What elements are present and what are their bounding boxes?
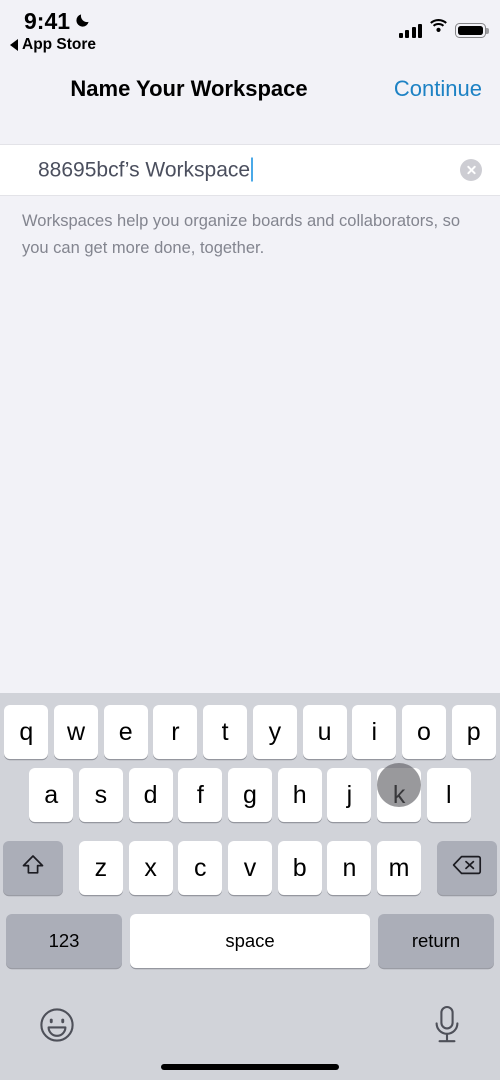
key-r[interactable]: r: [153, 705, 198, 759]
key-label: f: [196, 780, 204, 809]
key-m[interactable]: m: [377, 841, 422, 895]
phone-screen: 9:41 App Store Name Your Workspace Conti…: [0, 0, 500, 1080]
key-s[interactable]: s: [78, 768, 123, 822]
wifi-icon: [429, 18, 448, 38]
key-label: y: [268, 717, 282, 746]
home-indicator: [161, 1064, 339, 1070]
key-q[interactable]: q: [4, 705, 49, 759]
back-triangle-icon: [10, 39, 18, 51]
status-indicators: [398, 18, 489, 38]
workspace-name-field[interactable]: 88695bcf’s Workspace: [0, 144, 500, 196]
key-c[interactable]: c: [178, 841, 223, 895]
key-label: c: [194, 853, 207, 882]
space-key[interactable]: space: [130, 914, 370, 968]
keyboard-accessory-bar: [0, 995, 500, 1080]
key-h[interactable]: h: [277, 768, 322, 822]
key-label: u: [317, 717, 332, 746]
key-label: k: [392, 780, 406, 809]
key-label: x: [144, 853, 157, 882]
key-e[interactable]: e: [103, 705, 148, 759]
key-a[interactable]: a: [29, 768, 74, 822]
key-label: e: [118, 717, 133, 746]
key-label: l: [446, 780, 452, 809]
emoji-smiley-icon[interactable]: [36, 1004, 78, 1051]
backspace-icon: [452, 853, 482, 884]
key-label: z: [94, 853, 108, 882]
key-i[interactable]: i: [352, 705, 397, 759]
key-y[interactable]: y: [252, 705, 297, 759]
key-t[interactable]: t: [203, 705, 248, 759]
key-n[interactable]: n: [327, 841, 372, 895]
helper-text: Workspaces help you organize boards and …: [22, 212, 461, 257]
back-label: App Store: [22, 36, 97, 53]
status-bar: 9:41 App Store: [0, 0, 500, 62]
return-key[interactable]: return: [378, 914, 494, 968]
key-label: v: [243, 853, 257, 882]
key-f[interactable]: f: [178, 768, 223, 822]
shift-arrow-icon: [20, 852, 46, 885]
key-label: q: [19, 717, 34, 746]
key-p[interactable]: p: [451, 705, 496, 759]
back-to-app-store-link[interactable]: App Store: [10, 36, 96, 54]
key-label: r: [171, 717, 180, 746]
numbers-key[interactable]: 123: [6, 914, 122, 968]
navigation-bar: Name Your Workspace Continue: [0, 62, 500, 144]
key-l[interactable]: l: [426, 768, 471, 822]
keyboard-row-1: qwertyuiop: [0, 705, 500, 759]
key-label: w: [67, 717, 86, 746]
key-label: o: [416, 717, 431, 746]
return-key-label: return: [411, 930, 461, 951]
key-j[interactable]: j: [327, 768, 372, 822]
key-label: s: [94, 780, 108, 809]
keyboard-row-4: 123 space return: [0, 914, 500, 968]
key-w[interactable]: w: [54, 705, 99, 759]
keyboard-row-2: asdfghjkl: [0, 768, 500, 822]
key-z[interactable]: z: [78, 841, 123, 895]
status-time: 9:41: [24, 8, 71, 34]
numbers-key-label: 123: [48, 930, 80, 951]
continue-button[interactable]: Continue: [394, 76, 482, 102]
workspace-name-input[interactable]: 88695bcf’s Workspace: [38, 157, 254, 183]
backspace-key[interactable]: [437, 841, 497, 895]
key-label: i: [371, 717, 378, 746]
key-label: t: [221, 717, 229, 746]
key-label: g: [243, 780, 257, 809]
space-key-label: space: [225, 930, 275, 951]
key-label: h: [292, 780, 307, 809]
key-v[interactable]: v: [228, 841, 272, 895]
text-caret: [251, 157, 254, 182]
key-label: d: [143, 780, 158, 809]
key-label: b: [292, 853, 307, 882]
workspace-name-value: 88695bcf’s Workspace: [38, 158, 251, 182]
key-g[interactable]: g: [228, 768, 272, 822]
key-d[interactable]: d: [128, 768, 173, 822]
key-o[interactable]: o: [401, 705, 446, 759]
key-u[interactable]: u: [302, 705, 347, 759]
shift-key[interactable]: [3, 841, 63, 895]
key-label: n: [342, 853, 357, 882]
clear-icon[interactable]: [460, 159, 482, 181]
battery-icon: [455, 23, 489, 38]
moon-icon: [75, 11, 92, 33]
key-label: m: [388, 853, 410, 882]
key-label: p: [466, 717, 481, 746]
key-k[interactable]: k: [377, 768, 422, 822]
cellular-signal-icon: [398, 23, 422, 38]
key-x[interactable]: x: [128, 841, 173, 895]
keyboard-row-3: zxcvbnm: [0, 841, 500, 895]
key-label: a: [44, 780, 59, 809]
key-b[interactable]: b: [277, 841, 322, 895]
key-label: j: [346, 780, 353, 809]
microphone-icon[interactable]: [430, 1003, 464, 1052]
status-time-group: 9:41: [24, 8, 92, 35]
